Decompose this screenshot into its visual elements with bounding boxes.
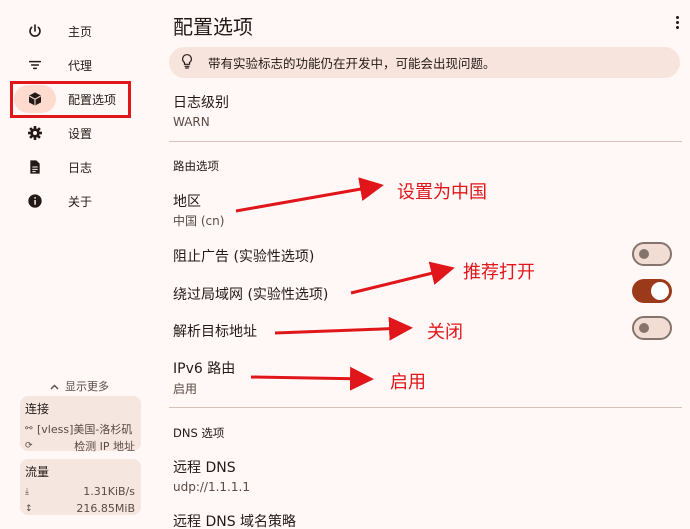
region-value: 中国 (cn) [173,214,225,228]
traffic-speed: 1.31KiB/s [83,485,135,498]
annotation-bypass-note: 推荐打开 [463,262,535,283]
remote-dns-value: udp://1.1.1.1 [173,480,250,494]
chevron-up-icon [50,380,59,393]
sidebar-item-about[interactable]: 关于 [14,187,140,215]
sidebar-item-label: 关于 [68,194,93,209]
connection-card: 连接 ⚯ [vless]美国-洛杉矶 ⟳ 检测 IP 地址 [20,396,141,454]
divider [169,407,682,408]
power-icon [14,17,56,45]
sidebar-item-label: 主页 [68,24,93,39]
annotation-ipv6-note: 启用 [390,372,426,393]
ipv6-route-value: 启用 [173,382,198,396]
annotation-highlight-box [10,81,131,118]
annotation-region-note: 设置为中国 [397,182,487,203]
ipv6-route-label[interactable]: IPv6 路由 [173,358,235,378]
divider [169,141,682,142]
banner-text: 带有实验标志的功能仍在开发中，可能会出现问题。 [208,56,496,71]
show-more-label: 显示更多 [65,380,109,393]
resolve-destination-label: 解析目标地址 [173,324,257,340]
document-icon [14,153,56,181]
sidebar-item-label: 代理 [68,58,93,73]
bypass-lan-switch[interactable] [632,279,672,303]
sidebar-item-label: 日志 [68,160,93,175]
download-icon: ⤓ [25,486,29,497]
arrow-bypass-lan [350,261,455,295]
arrow-resolve-destination [274,316,413,341]
remote-dns-strategy-label[interactable]: 远程 DNS 域名策略 [173,511,296,529]
active-profile-name: [vless]美国-洛杉矶 [37,422,133,436]
block-ads-switch[interactable] [632,242,672,266]
annotation-resolve-note: 关闭 [427,322,463,343]
routing-section-header: 路由选项 [173,159,219,173]
sidebar-item-home[interactable]: 主页 [14,17,140,45]
more-vert-icon[interactable] [671,12,683,32]
refresh-icon: ⟳ [25,440,33,451]
sidebar-item-label: 设置 [68,126,93,141]
check-ip-label: 检测 IP 地址 [74,439,135,453]
up-down-icon: ↕ [25,503,33,514]
block-ads-label: 阻止广告 (实验性选项) [173,249,315,265]
log-level-label[interactable]: 日志级别 [173,92,229,112]
traffic-total-row: ↕ 216.85MiB [25,500,135,517]
show-more-button[interactable]: 显示更多 [50,378,109,394]
switch-knob [651,282,669,300]
arrow-region [235,177,384,213]
active-profile-row[interactable]: ⚯ [vless]美国-洛杉矶 [25,420,135,437]
page-title: 配置选项 [173,15,253,39]
bypass-lan-label: 绕过局域网 (实验性选项) [173,287,329,303]
remote-dns-label[interactable]: 远程 DNS [173,457,236,477]
log-level-value: WARN [173,115,210,129]
connection-title: 连接 [25,402,50,416]
arrow-ipv6 [250,366,374,391]
link-icon: ⚯ [25,423,33,434]
region-label[interactable]: 地区 [173,191,201,211]
gear-icon [14,119,56,147]
switch-knob [639,323,649,333]
sidebar-item-settings[interactable]: 设置 [14,119,140,147]
traffic-total: 216.85MiB [76,502,135,515]
traffic-title: 流量 [25,465,50,479]
traffic-card: 流量 ⤓ 1.31KiB/s ↕ 216.85MiB [20,459,141,515]
sidebar: 主页 代理 配置选项 设置 日志 关于 显示更多 连接 ⚯ [vless]美国-… [0,0,150,529]
switch-knob [639,249,649,259]
lightbulb-icon [179,53,208,73]
sidebar-item-proxy[interactable]: 代理 [14,51,140,79]
dns-section-header: DNS 选项 [173,426,225,440]
resolve-destination-switch[interactable] [632,316,672,340]
experimental-warning-banner: 带有实验标志的功能仍在开发中，可能会出现问题。 [169,47,680,78]
info-icon [14,187,56,215]
check-ip-row[interactable]: ⟳ 检测 IP 地址 [25,437,135,454]
sidebar-item-logs[interactable]: 日志 [14,153,140,181]
traffic-speed-row: ⤓ 1.31KiB/s [25,483,135,500]
filter-list-icon [14,51,56,79]
